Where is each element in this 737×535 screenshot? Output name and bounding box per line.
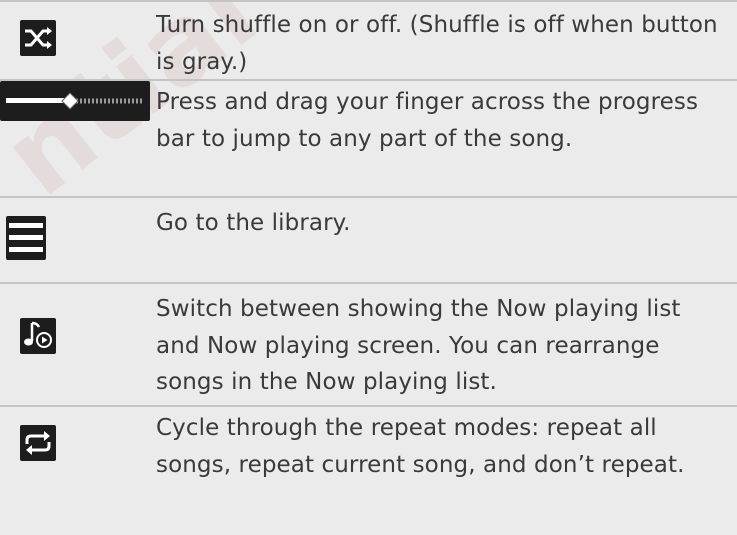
- row-description: Press and drag your finger across the pr…: [156, 89, 699, 152]
- table-row: Cycle through the repeat modes: repeat a…: [0, 407, 737, 533]
- controls-table: Turn shuffle on or off. (Shuffle is off …: [0, 0, 737, 533]
- progress-bar-icon: [0, 81, 150, 121]
- repeat-icon: [20, 425, 56, 461]
- row-description: Switch between showing the Now playing l…: [156, 296, 681, 395]
- library-icon: [6, 216, 46, 260]
- table-row: Switch between showing the Now playing l…: [0, 284, 737, 407]
- now-playing-icon: [20, 318, 56, 354]
- row-description: Cycle through the repeat modes: repeat a…: [156, 415, 685, 478]
- row-description: Go to the library.: [156, 210, 351, 236]
- table-row: Go to the library.: [0, 198, 737, 284]
- table-row: Turn shuffle on or off. (Shuffle is off …: [0, 0, 737, 81]
- table-row: Press and drag your finger across the pr…: [0, 81, 737, 198]
- row-description: Turn shuffle on or off. (Shuffle is off …: [156, 12, 718, 75]
- shuffle-icon: [20, 20, 56, 56]
